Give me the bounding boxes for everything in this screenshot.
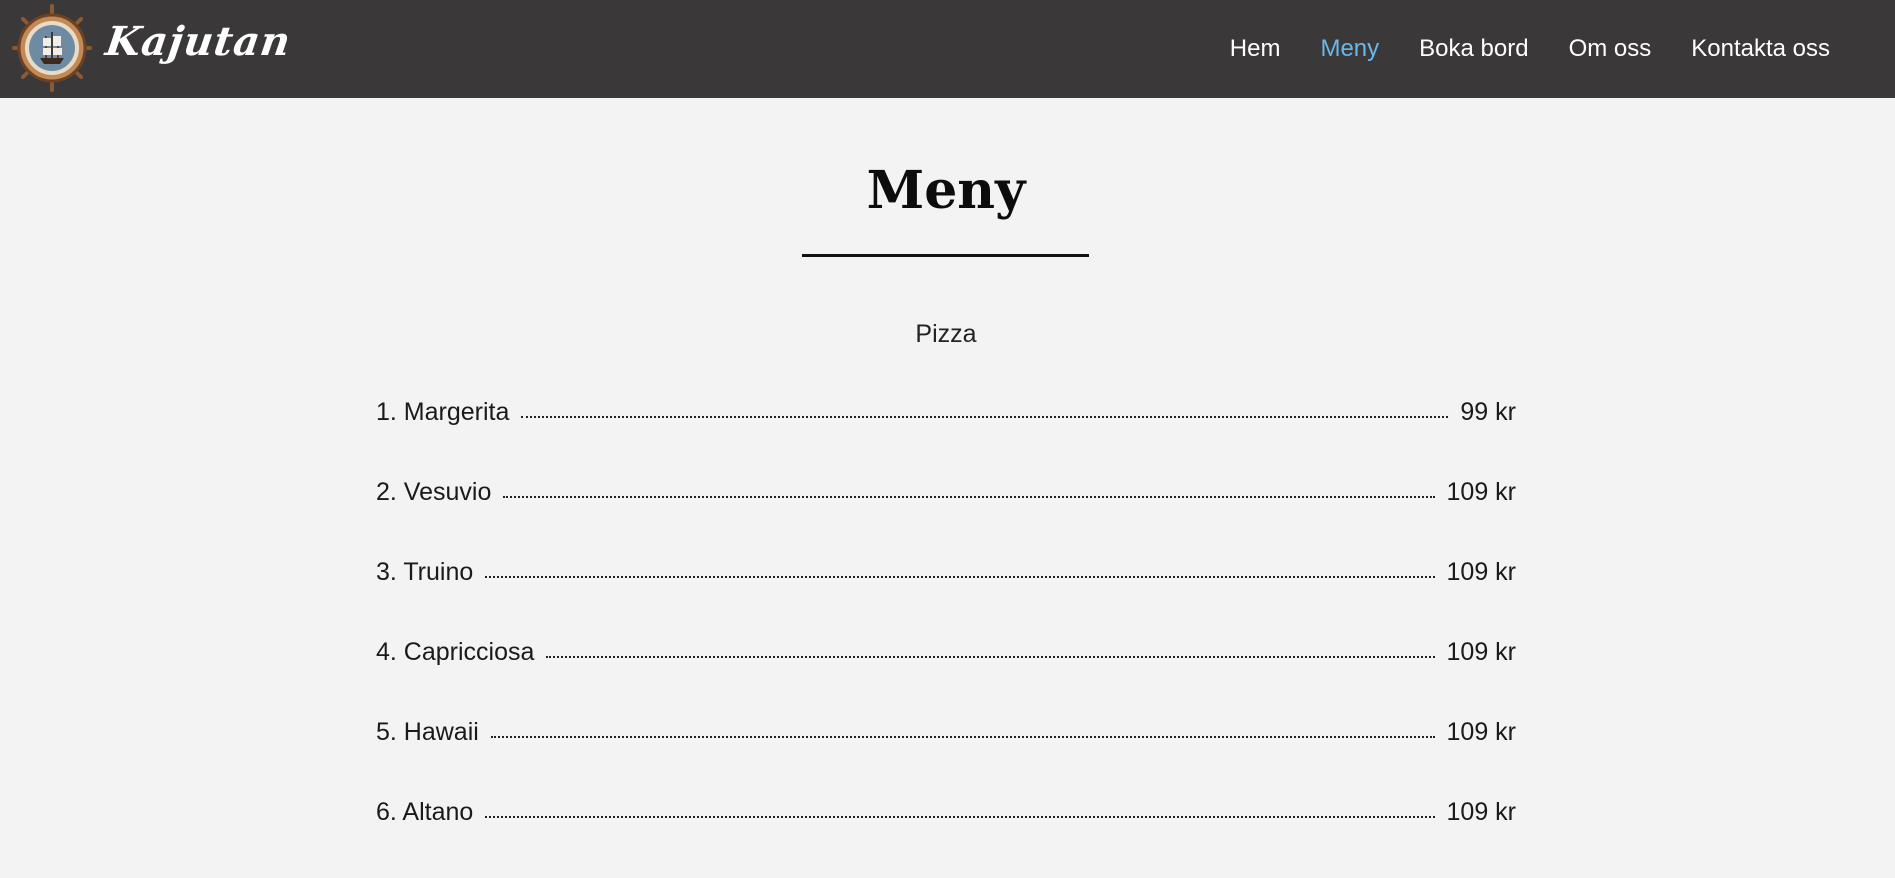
menu-item: 4. Capricciosa 109 kr xyxy=(376,638,1516,718)
menu-item: 6. Altano 109 kr xyxy=(376,798,1516,878)
menu-item: 1. Margerita 99 kr xyxy=(376,398,1516,478)
section-heading: Pizza xyxy=(915,320,977,348)
dotted-leader xyxy=(490,736,1435,738)
title-divider xyxy=(802,254,1089,257)
nav-item-boka-bord[interactable]: Boka bord xyxy=(1419,35,1528,63)
menu-item-price: 109 kr xyxy=(1446,798,1516,826)
dotted-leader xyxy=(503,496,1435,498)
site-header: Kajutan Hem Meny Boka bord Om oss Kontak… xyxy=(0,0,1895,98)
nav-item-hem[interactable]: Hem xyxy=(1230,35,1281,63)
ship-wheel-icon[interactable] xyxy=(10,2,94,94)
menu-item-name: 6. Altano xyxy=(376,798,474,826)
menu-item: 5. Hawaii 109 kr xyxy=(376,718,1516,798)
menu-item-name: 1. Margerita xyxy=(376,398,510,426)
nav-item-kontakta-oss[interactable]: Kontakta oss xyxy=(1691,35,1830,63)
dotted-leader xyxy=(521,416,1449,418)
menu-item-name: 3. Truino xyxy=(376,558,474,586)
menu-item-price: 109 kr xyxy=(1446,558,1516,586)
menu-item: 2. Vesuvio 109 kr xyxy=(376,478,1516,558)
menu-item-name: 2. Vesuvio xyxy=(376,478,492,506)
main-nav: Hem Meny Boka bord Om oss Kontakta oss xyxy=(1190,0,1830,98)
dotted-leader xyxy=(485,576,1435,578)
menu-list: 1. Margerita 99 kr 2. Vesuvio 109 kr 3. … xyxy=(376,398,1516,878)
page-title: Meny xyxy=(866,160,1026,221)
menu-item-name: 5. Hawaii xyxy=(376,718,479,746)
nav-item-om-oss[interactable]: Om oss xyxy=(1569,35,1652,63)
dotted-leader xyxy=(546,656,1435,658)
nav-item-meny[interactable]: Meny xyxy=(1320,35,1379,63)
menu-item-price: 109 kr xyxy=(1446,718,1516,746)
menu-item-name: 4. Capricciosa xyxy=(376,638,535,666)
menu-item-price: 109 kr xyxy=(1446,638,1516,666)
dotted-leader xyxy=(485,816,1435,818)
menu-item-price: 99 kr xyxy=(1460,398,1516,426)
brand-name[interactable]: Kajutan xyxy=(103,18,294,65)
menu-item: 3. Truino 109 kr xyxy=(376,558,1516,638)
menu-item-price: 109 kr xyxy=(1446,478,1516,506)
